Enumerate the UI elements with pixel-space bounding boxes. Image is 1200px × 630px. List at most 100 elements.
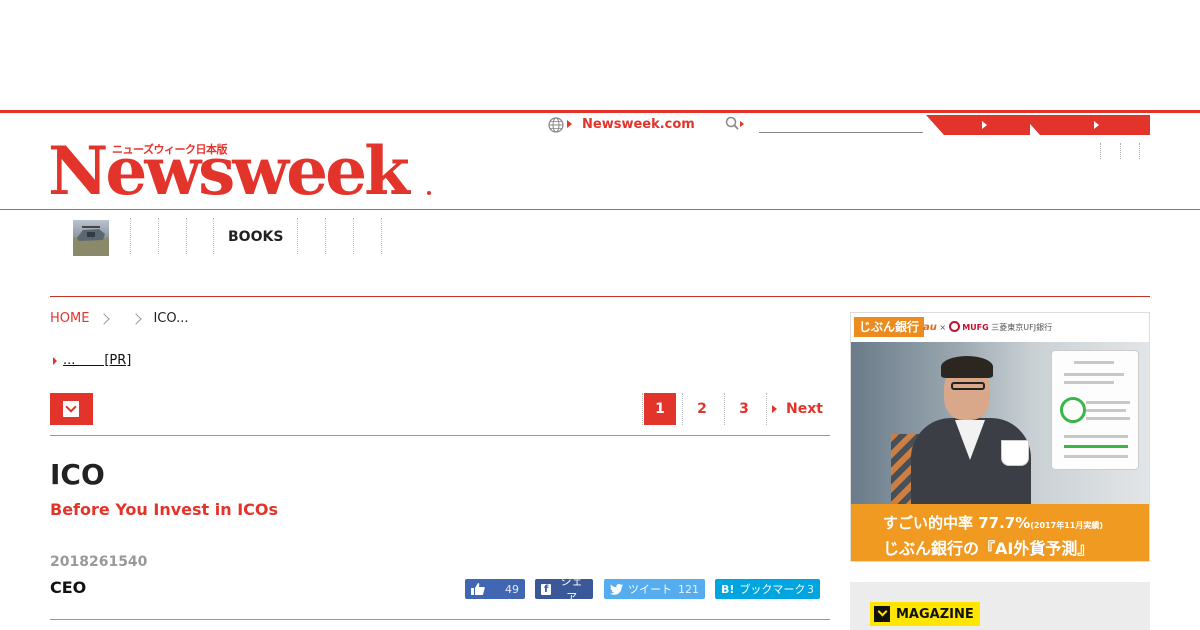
tweet-label: ツイート [628,583,672,596]
ad-partners: au × MUFG 三菱東京UFJ銀行 [923,321,1052,333]
article-divider [50,435,830,436]
like-count: 49 [505,582,519,596]
facebook-icon: f [541,583,552,595]
tweet-count: 121 [678,582,699,596]
ad-header: じぶん銀行 au × MUFG 三菱東京UFJ銀行 [851,313,1149,342]
content-divider [50,296,1150,297]
pager-divider [682,393,684,425]
like-button[interactable]: 49 [465,579,525,599]
ad-tagline-1-note: (2017年11月実績) [1030,521,1103,530]
article-date: 2018261540 [50,554,148,570]
nav-thumbnail-image[interactable] [73,220,109,256]
ad-screen-line [1064,455,1128,458]
coffee-cup-icon [1001,440,1029,466]
ad-screen-line [1086,417,1130,420]
thumbs-up-icon [471,583,485,595]
nav-divider [325,218,327,254]
pagination: 1 2 3 Next [640,393,830,425]
hatena-label: ブックマーク [739,583,806,596]
nav-books[interactable]: BOOKS [228,229,283,245]
article-bottom-divider [50,619,830,620]
breadcrumb-home[interactable]: HOME [50,311,89,326]
ad-tagline-2: じぶん銀行の『AI外貨予測』 [883,539,1094,558]
nav-divider [297,218,299,254]
pr-item: ... [PR] [53,353,131,368]
magazine-header[interactable]: MAGAZINE [870,602,980,626]
logo-wordmark: Newsweek [48,132,410,210]
ad-photo [851,342,1149,504]
pager-divider [724,393,726,425]
ad-screen-line [1074,361,1114,364]
arrow-right-icon [772,405,777,413]
page-1-button[interactable]: 1 [644,393,676,425]
header-tab-2[interactable] [1022,115,1150,135]
arrow-right-icon [53,356,57,365]
chevron-down-icon [63,401,79,417]
hatena-count: 3 [807,582,814,596]
magazine-label: MAGAZINE [896,606,974,622]
page-2-button[interactable]: 2 [686,393,718,425]
article-title: ICO [50,458,105,491]
arrow-right-icon [1094,121,1099,129]
mufg-logo-icon [948,321,960,332]
ad-screen-line [1086,401,1130,404]
ad-screen-line [1064,381,1114,384]
ad-person-hair [941,356,993,378]
article-subtitle: Before You Invest in ICOs [50,500,279,519]
page-3-button[interactable]: 3 [728,393,760,425]
header-divider [0,209,1200,210]
nav-divider [213,218,215,254]
twitter-icon [610,583,623,595]
pager-divider [766,393,768,425]
ad-brand: じぶん銀行 [854,317,925,337]
search-icon[interactable] [725,116,745,132]
facebook-share-button[interactable]: f シェア [535,575,593,604]
mufg-label: MUFG [962,323,989,332]
utility-divider [1100,143,1102,159]
header-tab-1[interactable] [926,115,1030,135]
hatena-bookmark-button[interactable]: B! ブックマーク 3 [715,579,820,599]
ad-screen-line [1064,435,1128,438]
ad-times-sign: × [939,323,947,332]
next-page-button[interactable]: Next [786,393,823,425]
ad-screen-line [1064,445,1128,448]
magazine-section: MAGAZINE [850,582,1150,630]
bank-name: 三菱東京UFJ銀行 [991,323,1053,332]
advertisement-banner[interactable]: じぶん銀行 au × MUFG 三菱東京UFJ銀行 すごい的中率 77.7%(2… [850,312,1150,562]
newsweek-com-link[interactable]: Newsweek.com [582,117,695,132]
ad-screen-line [1086,409,1126,412]
chevron-down-icon [874,606,890,622]
expand-toggle-button[interactable] [50,393,93,425]
chevron-right-icon [130,312,143,325]
hatena-icon: B! [721,582,735,596]
nav-divider [158,218,160,254]
gauge-icon [1060,397,1086,423]
nav-divider [130,218,132,254]
arrow-right-icon [567,120,572,128]
ad-app-screen [1051,350,1139,470]
breadcrumb-current: ICO... [153,311,189,326]
ad-screen-line [1064,373,1124,376]
nav-divider [353,218,355,254]
article-author: CEO [50,578,87,597]
ad-glasses [951,382,985,390]
tweet-button[interactable]: ツイート 121 [604,579,705,599]
ad-tagline-1-text: すごい的中率 77.7% [883,514,1031,532]
facebook-share-label: シェア [560,575,583,604]
ad-tagline-1: すごい的中率 77.7%(2017年11月実績) [883,512,1103,533]
chevron-right-icon [98,312,111,325]
nav-divider [186,218,188,254]
globe-icon [548,117,564,133]
top-accent-bar [0,110,1200,113]
pr-link[interactable]: ... [PR] [63,353,131,368]
nav-divider [381,218,383,254]
aircraft-image [73,226,109,256]
arrow-right-icon [982,121,987,129]
utility-divider [1120,143,1122,159]
utility-divider [1139,143,1141,159]
search-input[interactable] [759,116,923,133]
breadcrumb: HOME ICO... [50,311,188,326]
logo-registered-mark [427,191,431,195]
au-logo: au [923,322,937,333]
logo-japan-edition: ニューズウィーク日本版 [112,143,227,156]
